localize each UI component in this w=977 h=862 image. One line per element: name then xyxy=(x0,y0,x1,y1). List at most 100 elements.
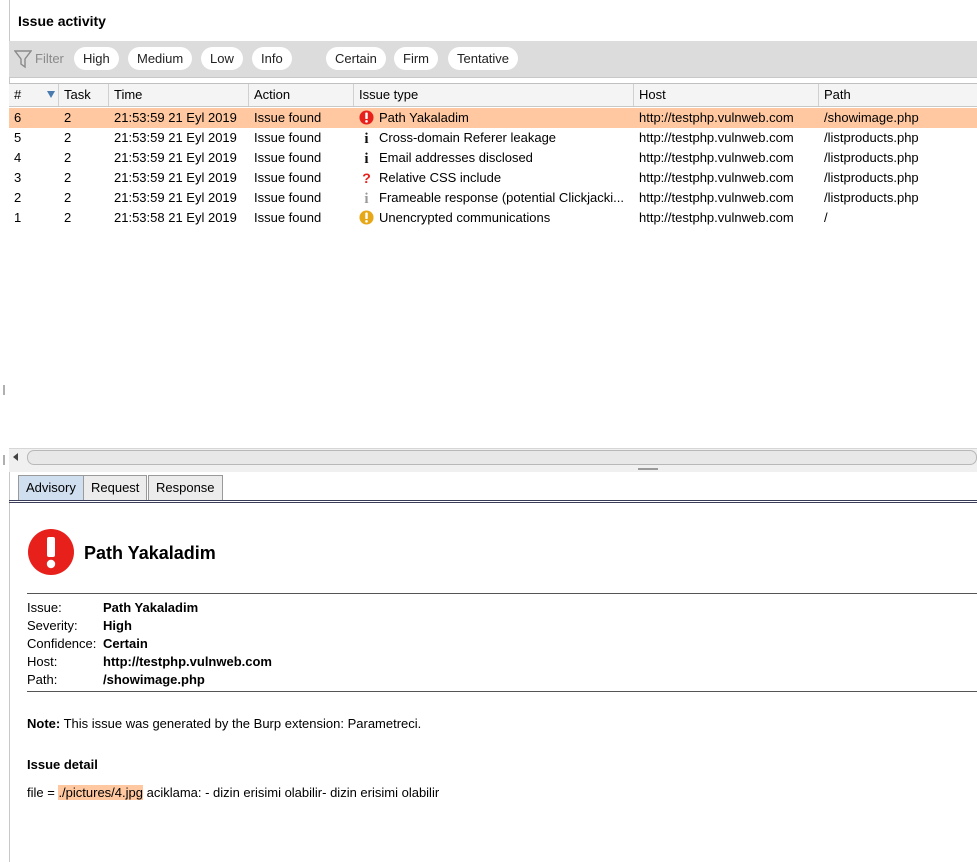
cell-path: /showimage.php xyxy=(824,110,919,125)
note-label: Note: xyxy=(27,716,61,731)
filter-icon[interactable] xyxy=(14,49,32,69)
column-header-number[interactable]: # xyxy=(9,84,59,106)
cell-time: 21:53:59 21 Eyl 2019 xyxy=(114,150,237,165)
divider xyxy=(27,691,977,692)
horizontal-scrollbar[interactable] xyxy=(9,448,977,466)
field-host: Host: http://testphp.vulnweb.com xyxy=(27,654,272,669)
table-row[interactable]: 2 2 21:53:59 21 Eyl 2019 Issue found i Framea… xyxy=(9,188,977,208)
cell-path: /listproducts.php xyxy=(824,150,919,165)
cell-host: http://testphp.vulnweb.com xyxy=(639,190,794,205)
cell-path: / xyxy=(824,210,828,225)
filter-high-button[interactable]: High xyxy=(74,47,119,70)
filter-tentative-button[interactable]: Tentative xyxy=(448,47,519,70)
column-header-host[interactable]: Host xyxy=(634,84,819,106)
tab-divider xyxy=(9,500,977,503)
cell-number: 3 xyxy=(14,170,22,185)
svg-text:i: i xyxy=(364,191,368,205)
column-header-issue-type[interactable]: Issue type xyxy=(354,84,634,106)
info-tentative-icon: i xyxy=(359,190,374,207)
cell-time: 21:53:59 21 Eyl 2019 xyxy=(114,170,237,185)
cell-path: /listproducts.php xyxy=(824,130,919,145)
question-icon: ? xyxy=(359,170,374,186)
svg-text:?: ? xyxy=(362,170,371,185)
issue-table: # Task Time Action Issue type Host Path … xyxy=(9,83,977,467)
tab-request[interactable]: Request xyxy=(83,475,148,500)
cell-host: http://testphp.vulnweb.com xyxy=(639,210,794,225)
sort-descending-icon xyxy=(47,91,55,98)
cell-host: http://testphp.vulnweb.com xyxy=(639,150,794,165)
cell-task: 2 xyxy=(64,150,72,165)
cell-issue-type: i Cross-domain Referer leakage xyxy=(359,128,631,148)
field-path: Path:/showimage.php xyxy=(27,672,205,687)
table-row[interactable]: 4 2 21:53:59 21 Eyl 2019 Issue found i Email … xyxy=(9,148,977,168)
table-row[interactable]: 5 2 21:53:59 21 Eyl 2019 Issue found i Cross-… xyxy=(9,128,977,148)
cell-issue-type: Path Yakaladim xyxy=(359,108,631,128)
filter-firm-button[interactable]: Firm xyxy=(394,47,438,70)
cell-action: Issue found xyxy=(254,190,322,205)
column-header-time[interactable]: Time xyxy=(109,84,249,106)
cell-issue-type: i Email addresses disclosed xyxy=(359,148,631,168)
filter-label[interactable]: Filter xyxy=(35,51,64,66)
cell-task: 2 xyxy=(64,190,72,205)
splitter-grip-icon[interactable] xyxy=(638,468,658,470)
tab-response[interactable]: Response xyxy=(148,475,223,500)
svg-text:i: i xyxy=(364,151,368,165)
scrollbar-thumb[interactable] xyxy=(27,450,977,465)
splitter-notch xyxy=(3,385,5,395)
field-confidence: Confidence: Certain xyxy=(27,636,148,651)
cell-path: /listproducts.php xyxy=(824,190,919,205)
cell-time: 21:53:59 21 Eyl 2019 xyxy=(114,130,237,145)
cell-task: 2 xyxy=(64,110,72,125)
table-row[interactable]: 3 2 21:53:59 21 Eyl 2019 Issue found ? Relati… xyxy=(9,168,977,188)
cell-number: 1 xyxy=(14,210,22,225)
field-severity: Severity: High xyxy=(27,618,132,633)
tab-advisory[interactable]: Advisory xyxy=(18,475,84,500)
cell-time: 21:53:58 21 Eyl 2019 xyxy=(114,210,237,225)
filter-low-button[interactable]: Low xyxy=(201,47,243,70)
issue-detail-heading: Issue detail xyxy=(27,757,98,772)
filter-certain-button[interactable]: Certain xyxy=(326,47,386,70)
cell-host: http://testphp.vulnweb.com xyxy=(639,110,794,125)
cell-time: 21:53:59 21 Eyl 2019 xyxy=(114,190,237,205)
cell-number: 4 xyxy=(14,150,22,165)
cell-task: 2 xyxy=(64,210,72,225)
cell-number: 5 xyxy=(14,130,22,145)
scroll-left-icon[interactable] xyxy=(13,453,18,461)
filter-medium-button[interactable]: Medium xyxy=(128,47,193,70)
cell-action: Issue found xyxy=(254,110,322,125)
detail-highlight: ./pictures/4.jpg xyxy=(58,785,143,800)
advisory-note: Note: This issue was generated by the Bu… xyxy=(27,716,421,731)
table-row[interactable]: 6 2 21:53:59 21 Eyl 2019 Issue found Path Ya… xyxy=(9,108,977,128)
column-header-task[interactable]: Task xyxy=(59,84,109,106)
cell-action: Issue found xyxy=(254,170,322,185)
divider xyxy=(27,593,977,594)
cell-number: 2 xyxy=(14,190,22,205)
info-icon: i xyxy=(359,150,374,167)
cell-host: http://testphp.vulnweb.com xyxy=(639,130,794,145)
high-severity-icon xyxy=(359,110,374,125)
table-header: # Task Time Action Issue type Host Path xyxy=(9,84,977,107)
svg-text:i: i xyxy=(364,131,368,145)
cell-issue-type: Unencrypted communications xyxy=(359,208,631,228)
field-issue: Issue: Path Yakaladim xyxy=(27,600,199,615)
cell-task: 2 xyxy=(64,130,72,145)
high-severity-icon xyxy=(28,529,74,575)
note-text: This issue was generated by the Burp ext… xyxy=(60,716,422,731)
advisory-title: Path Yakaladim xyxy=(84,543,216,563)
cell-action: Issue found xyxy=(254,130,322,145)
cell-action: Issue found xyxy=(254,150,322,165)
splitter-notch xyxy=(3,455,5,465)
table-row[interactable]: 1 2 21:53:58 21 Eyl 2019 Issue found Unencry… xyxy=(9,208,977,228)
column-header-action[interactable]: Action xyxy=(249,84,354,106)
filter-info-button[interactable]: Info xyxy=(252,47,292,70)
column-header-path[interactable]: Path xyxy=(819,84,977,106)
low-severity-icon xyxy=(359,210,374,225)
cell-host: http://testphp.vulnweb.com xyxy=(639,170,794,185)
info-icon: i xyxy=(359,130,374,147)
filter-bar: Filter High Medium Low Info Certain Firm… xyxy=(9,41,977,78)
cell-issue-type: ? Relative CSS include xyxy=(359,168,631,188)
page-title: Issue activity xyxy=(18,13,106,29)
pane-splitter[interactable] xyxy=(9,466,977,472)
cell-number: 6 xyxy=(14,110,22,125)
cell-issue-type: i Frameable response (potential Clickjack… xyxy=(359,188,631,208)
